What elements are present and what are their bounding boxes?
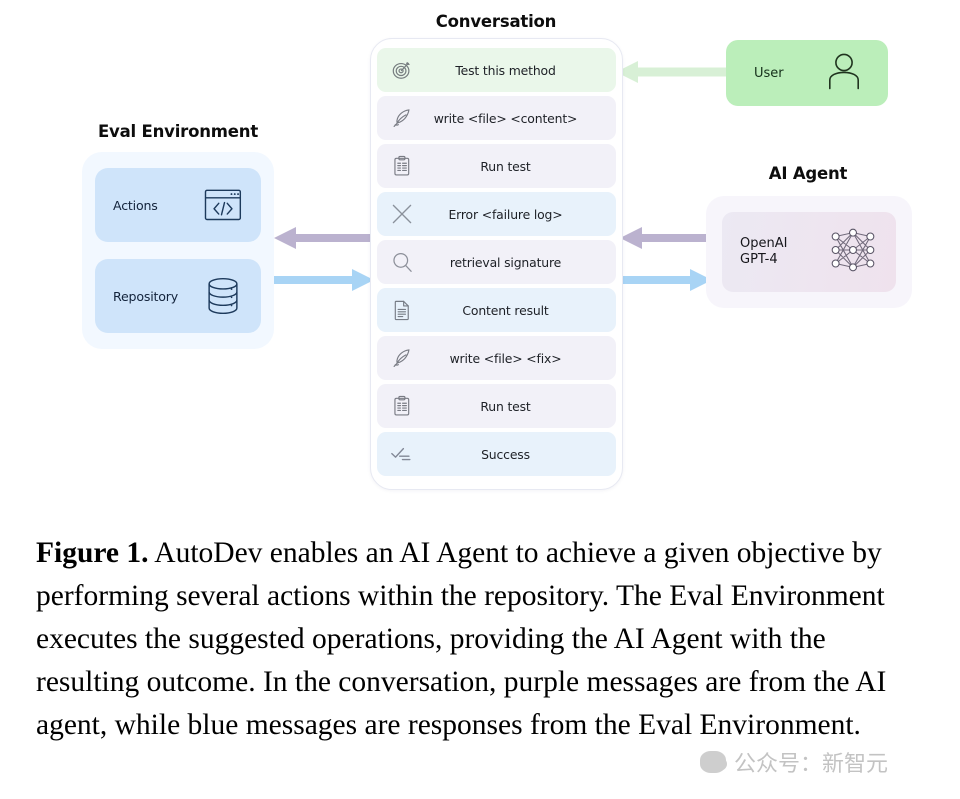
message-row[interactable]: Success (377, 432, 616, 476)
user-label: User (754, 65, 784, 81)
watermark-logo-icon (700, 751, 727, 773)
conversation-panel: Test this method write <file> <content> (370, 38, 623, 490)
eval-card-repository[interactable]: Repository (95, 259, 261, 333)
figure-caption-body: AutoDev enables an AI Agent to achieve a… (36, 537, 887, 741)
watermark-text: 公众号：新智元 (734, 752, 889, 777)
clipboard-icon (389, 393, 415, 419)
arrow-conversation-to-agent (618, 269, 712, 291)
arrow-agent-to-conversation (620, 227, 714, 249)
ai-agent-model-card[interactable]: OpenAI GPT-4 (722, 212, 896, 292)
checklist-icon (389, 441, 415, 467)
quill-icon (389, 345, 415, 371)
watermark: 公众号：新智元 (700, 742, 958, 782)
conversation-title: Conversation (435, 12, 557, 31)
ai-agent-title: AI Agent (768, 164, 848, 183)
user-box[interactable]: User (726, 40, 888, 106)
cross-icon (389, 201, 415, 227)
message-row[interactable]: Run test (377, 384, 616, 428)
message-row[interactable]: retrieval signature (377, 240, 616, 284)
database-icon (203, 276, 243, 316)
message-row[interactable]: write <file> <fix> (377, 336, 616, 380)
message-row[interactable]: Run test (377, 144, 616, 188)
arrow-user-to-conversation (616, 61, 732, 83)
target-icon (389, 57, 415, 83)
eval-card-actions[interactable]: Actions (95, 168, 261, 242)
ai-agent-model-label: OpenAI GPT-4 (740, 235, 788, 267)
ai-agent-panel: OpenAI GPT-4 (706, 196, 912, 308)
message-row[interactable]: Error <failure log> (377, 192, 616, 236)
figure-caption: Figure 1. AutoDev enables an AI Agent to… (36, 532, 924, 747)
eval-card-label: Actions (113, 197, 158, 213)
message-row[interactable]: Test this method (377, 48, 616, 92)
person-icon (826, 51, 862, 96)
message-row[interactable]: Content result (377, 288, 616, 332)
message-row[interactable]: write <file> <content> (377, 96, 616, 140)
neural-network-icon (826, 223, 880, 282)
clipboard-icon (389, 153, 415, 179)
quill-icon (389, 105, 415, 131)
eval-card-label: Repository (113, 288, 178, 304)
eval-environment-panel: Actions Repository (82, 152, 274, 349)
arrow-conversation-to-eval (274, 227, 376, 249)
eval-environment-title: Eval Environment (97, 122, 259, 141)
figure-diagram: Conversation Test this method write <fil… (0, 0, 960, 515)
document-icon (389, 297, 415, 323)
arrow-eval-to-conversation (272, 269, 374, 291)
code-window-icon (203, 185, 243, 225)
figure-number: Figure 1. (36, 537, 149, 569)
magnifier-icon (389, 249, 415, 275)
